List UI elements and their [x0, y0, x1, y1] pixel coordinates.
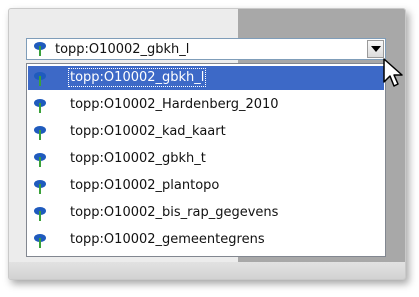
dropdown-toggle-button[interactable] [367, 40, 384, 58]
list-item[interactable]: topp:O10002_gbkh_t [28, 147, 384, 171]
chevron-down-icon [371, 46, 381, 52]
list-item[interactable]: topp:O10002_Hardenberg_2010 [28, 93, 384, 117]
layer-pin-icon [34, 234, 46, 248]
layer-pin-icon [34, 72, 46, 86]
list-item[interactable]: topp:O10002_bis_rap_gegevens [28, 201, 384, 225]
list-item-label: topp:O10002_Hardenberg_2010 [70, 97, 279, 112]
layer-pin-icon [34, 99, 46, 113]
panel-footer [9, 262, 405, 279]
layer-pin-icon [34, 153, 46, 167]
layer-pin-icon [34, 180, 46, 194]
layer-pin-icon [34, 126, 46, 140]
list-item-label: topp:O10002_gemeentegrens [70, 232, 265, 247]
list-item[interactable]: topp:O10002_plantopo [28, 174, 384, 198]
list-item[interactable]: topp:O10002_gemeentegrens [28, 228, 384, 252]
list-item[interactable]: topp:O10002_kad_kaart [28, 120, 384, 144]
list-item-label: topp:O10002_gbkh_l [67, 68, 207, 87]
list-item-label: topp:O10002_plantopo [70, 178, 220, 193]
layer-pin-icon [34, 207, 46, 221]
selected-layer-text: topp:O10002_gbkh_l [55, 42, 190, 57]
mouse-cursor-icon [383, 58, 403, 87]
list-item-label: topp:O10002_bis_rap_gegevens [70, 205, 279, 220]
list-item-label: topp:O10002_kad_kaart [70, 124, 226, 139]
list-item-label: topp:O10002_gbkh_t [70, 151, 206, 166]
list-item-selected[interactable]: topp:O10002_gbkh_l [28, 66, 384, 90]
layer-options-list[interactable]: topp:O10002_gbkh_l topp:O10002_Hardenberg… [26, 63, 386, 257]
layer-pin-icon [34, 42, 46, 56]
layer-select-dropdown[interactable]: topp:O10002_gbkh_l [26, 38, 386, 60]
